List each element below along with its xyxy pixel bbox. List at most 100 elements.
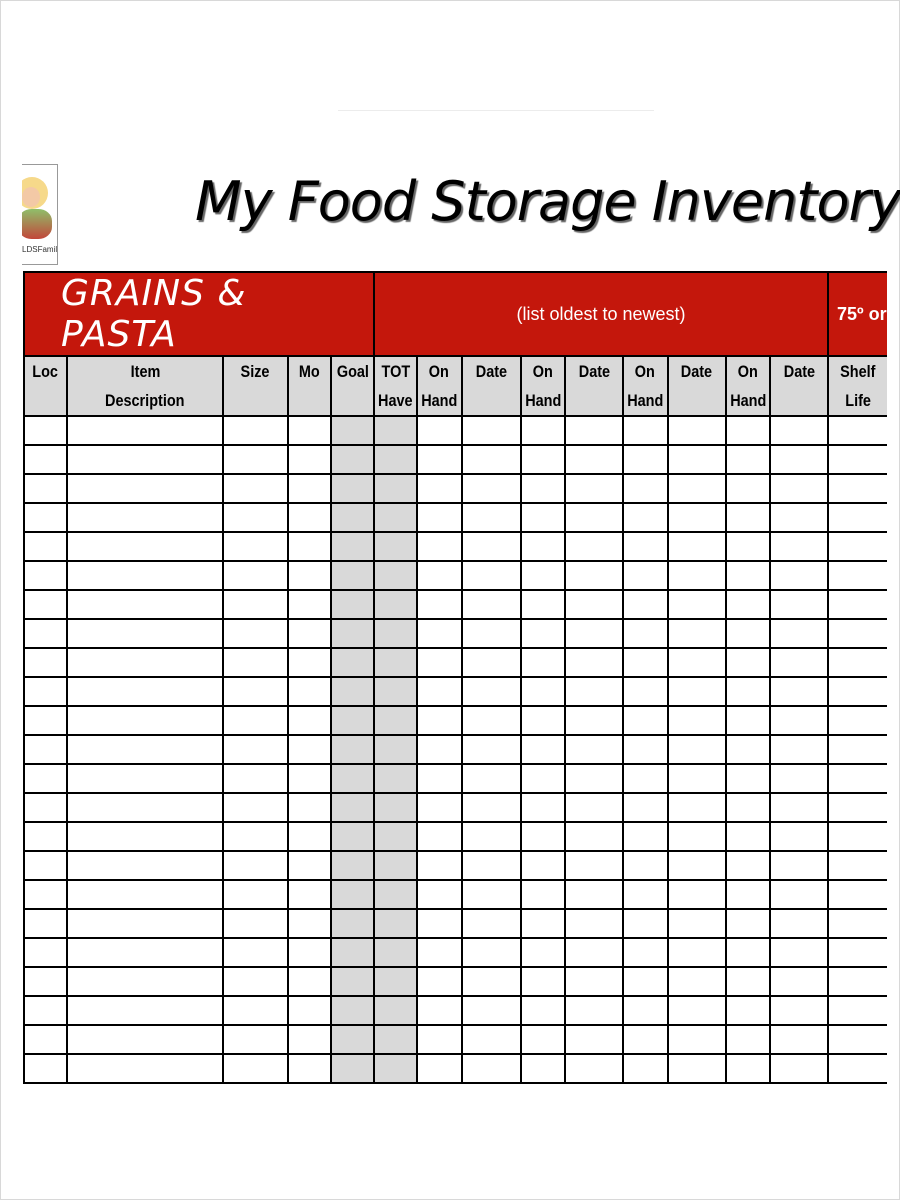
table-cell[interactable] [416,676,463,707]
table-cell[interactable] [287,444,332,475]
table-cell[interactable] [416,879,463,910]
table-cell[interactable] [827,676,887,707]
table-cell[interactable] [416,502,463,533]
table-cell[interactable] [564,647,624,678]
table-cell[interactable] [769,879,829,910]
table-cell[interactable] [23,531,68,562]
table-cell[interactable] [460,1053,522,1084]
table-cell[interactable] [622,618,669,649]
table-cell[interactable] [460,879,522,910]
table-cell[interactable] [666,676,727,707]
table-cell[interactable] [222,763,289,794]
table-cell[interactable] [222,1024,289,1055]
table-cell[interactable] [460,531,522,562]
table-cell[interactable] [66,1053,224,1084]
table-cell[interactable] [519,473,566,504]
table-cell[interactable] [287,850,332,881]
table-cell[interactable] [330,618,375,649]
table-cell[interactable] [330,995,375,1026]
table-cell[interactable] [519,966,566,997]
table-cell[interactable] [827,879,887,910]
table-cell[interactable] [519,763,566,794]
table-cell[interactable] [330,1024,375,1055]
table-cell[interactable] [373,705,418,736]
table-cell[interactable] [564,473,624,504]
table-cell[interactable] [287,763,332,794]
table-cell[interactable] [666,473,727,504]
table-cell[interactable] [724,792,771,823]
table-cell[interactable] [769,937,829,968]
table-cell[interactable] [827,734,887,765]
table-cell[interactable] [330,676,375,707]
table-cell[interactable] [416,589,463,620]
table-cell[interactable] [666,531,727,562]
table-cell[interactable] [519,589,566,620]
table-cell[interactable] [460,995,522,1026]
table-cell[interactable] [373,937,418,968]
table-cell[interactable] [622,676,669,707]
table-cell[interactable] [769,531,829,562]
table-cell[interactable] [622,705,669,736]
table-cell[interactable] [666,995,727,1026]
table-cell[interactable] [769,560,829,591]
table-cell[interactable] [416,444,463,475]
table-cell[interactable] [23,502,68,533]
table-cell[interactable] [827,415,887,446]
table-cell[interactable] [373,995,418,1026]
table-cell[interactable] [287,705,332,736]
table-cell[interactable] [416,1024,463,1055]
table-cell[interactable] [66,705,224,736]
table-cell[interactable] [724,763,771,794]
table-cell[interactable] [373,676,418,707]
table-cell[interactable] [460,821,522,852]
table-cell[interactable] [222,995,289,1026]
table-cell[interactable] [330,734,375,765]
table-cell[interactable] [222,734,289,765]
table-cell[interactable] [666,618,727,649]
table-cell[interactable] [827,560,887,591]
table-cell[interactable] [622,995,669,1026]
table-cell[interactable] [287,937,332,968]
table-cell[interactable] [222,415,289,446]
table-cell[interactable] [373,560,418,591]
table-cell[interactable] [519,792,566,823]
table-cell[interactable] [23,647,68,678]
table-cell[interactable] [416,531,463,562]
table-cell[interactable] [519,734,566,765]
table-cell[interactable] [622,908,669,939]
table-cell[interactable] [724,589,771,620]
table-cell[interactable] [23,705,68,736]
table-cell[interactable] [287,473,332,504]
table-cell[interactable] [564,676,624,707]
table-cell[interactable] [416,560,463,591]
table-cell[interactable] [416,821,463,852]
table-cell[interactable] [287,966,332,997]
table-cell[interactable] [23,821,68,852]
table-cell[interactable] [519,995,566,1026]
table-cell[interactable] [330,444,375,475]
table-cell[interactable] [222,589,289,620]
table-cell[interactable] [666,647,727,678]
table-cell[interactable] [287,734,332,765]
table-cell[interactable] [66,531,224,562]
table-cell[interactable] [564,502,624,533]
table-cell[interactable] [23,444,68,475]
table-cell[interactable] [622,415,669,446]
table-cell[interactable] [827,908,887,939]
table-cell[interactable] [564,821,624,852]
table-cell[interactable] [222,879,289,910]
table-cell[interactable] [827,1053,887,1084]
table-cell[interactable] [622,879,669,910]
table-cell[interactable] [827,444,887,475]
table-cell[interactable] [66,821,224,852]
table-cell[interactable] [724,473,771,504]
table-cell[interactable] [460,792,522,823]
table-cell[interactable] [23,908,68,939]
table-cell[interactable] [622,821,669,852]
table-cell[interactable] [724,415,771,446]
table-cell[interactable] [66,618,224,649]
table-cell[interactable] [724,995,771,1026]
table-cell[interactable] [724,1053,771,1084]
table-cell[interactable] [330,966,375,997]
table-cell[interactable] [416,995,463,1026]
